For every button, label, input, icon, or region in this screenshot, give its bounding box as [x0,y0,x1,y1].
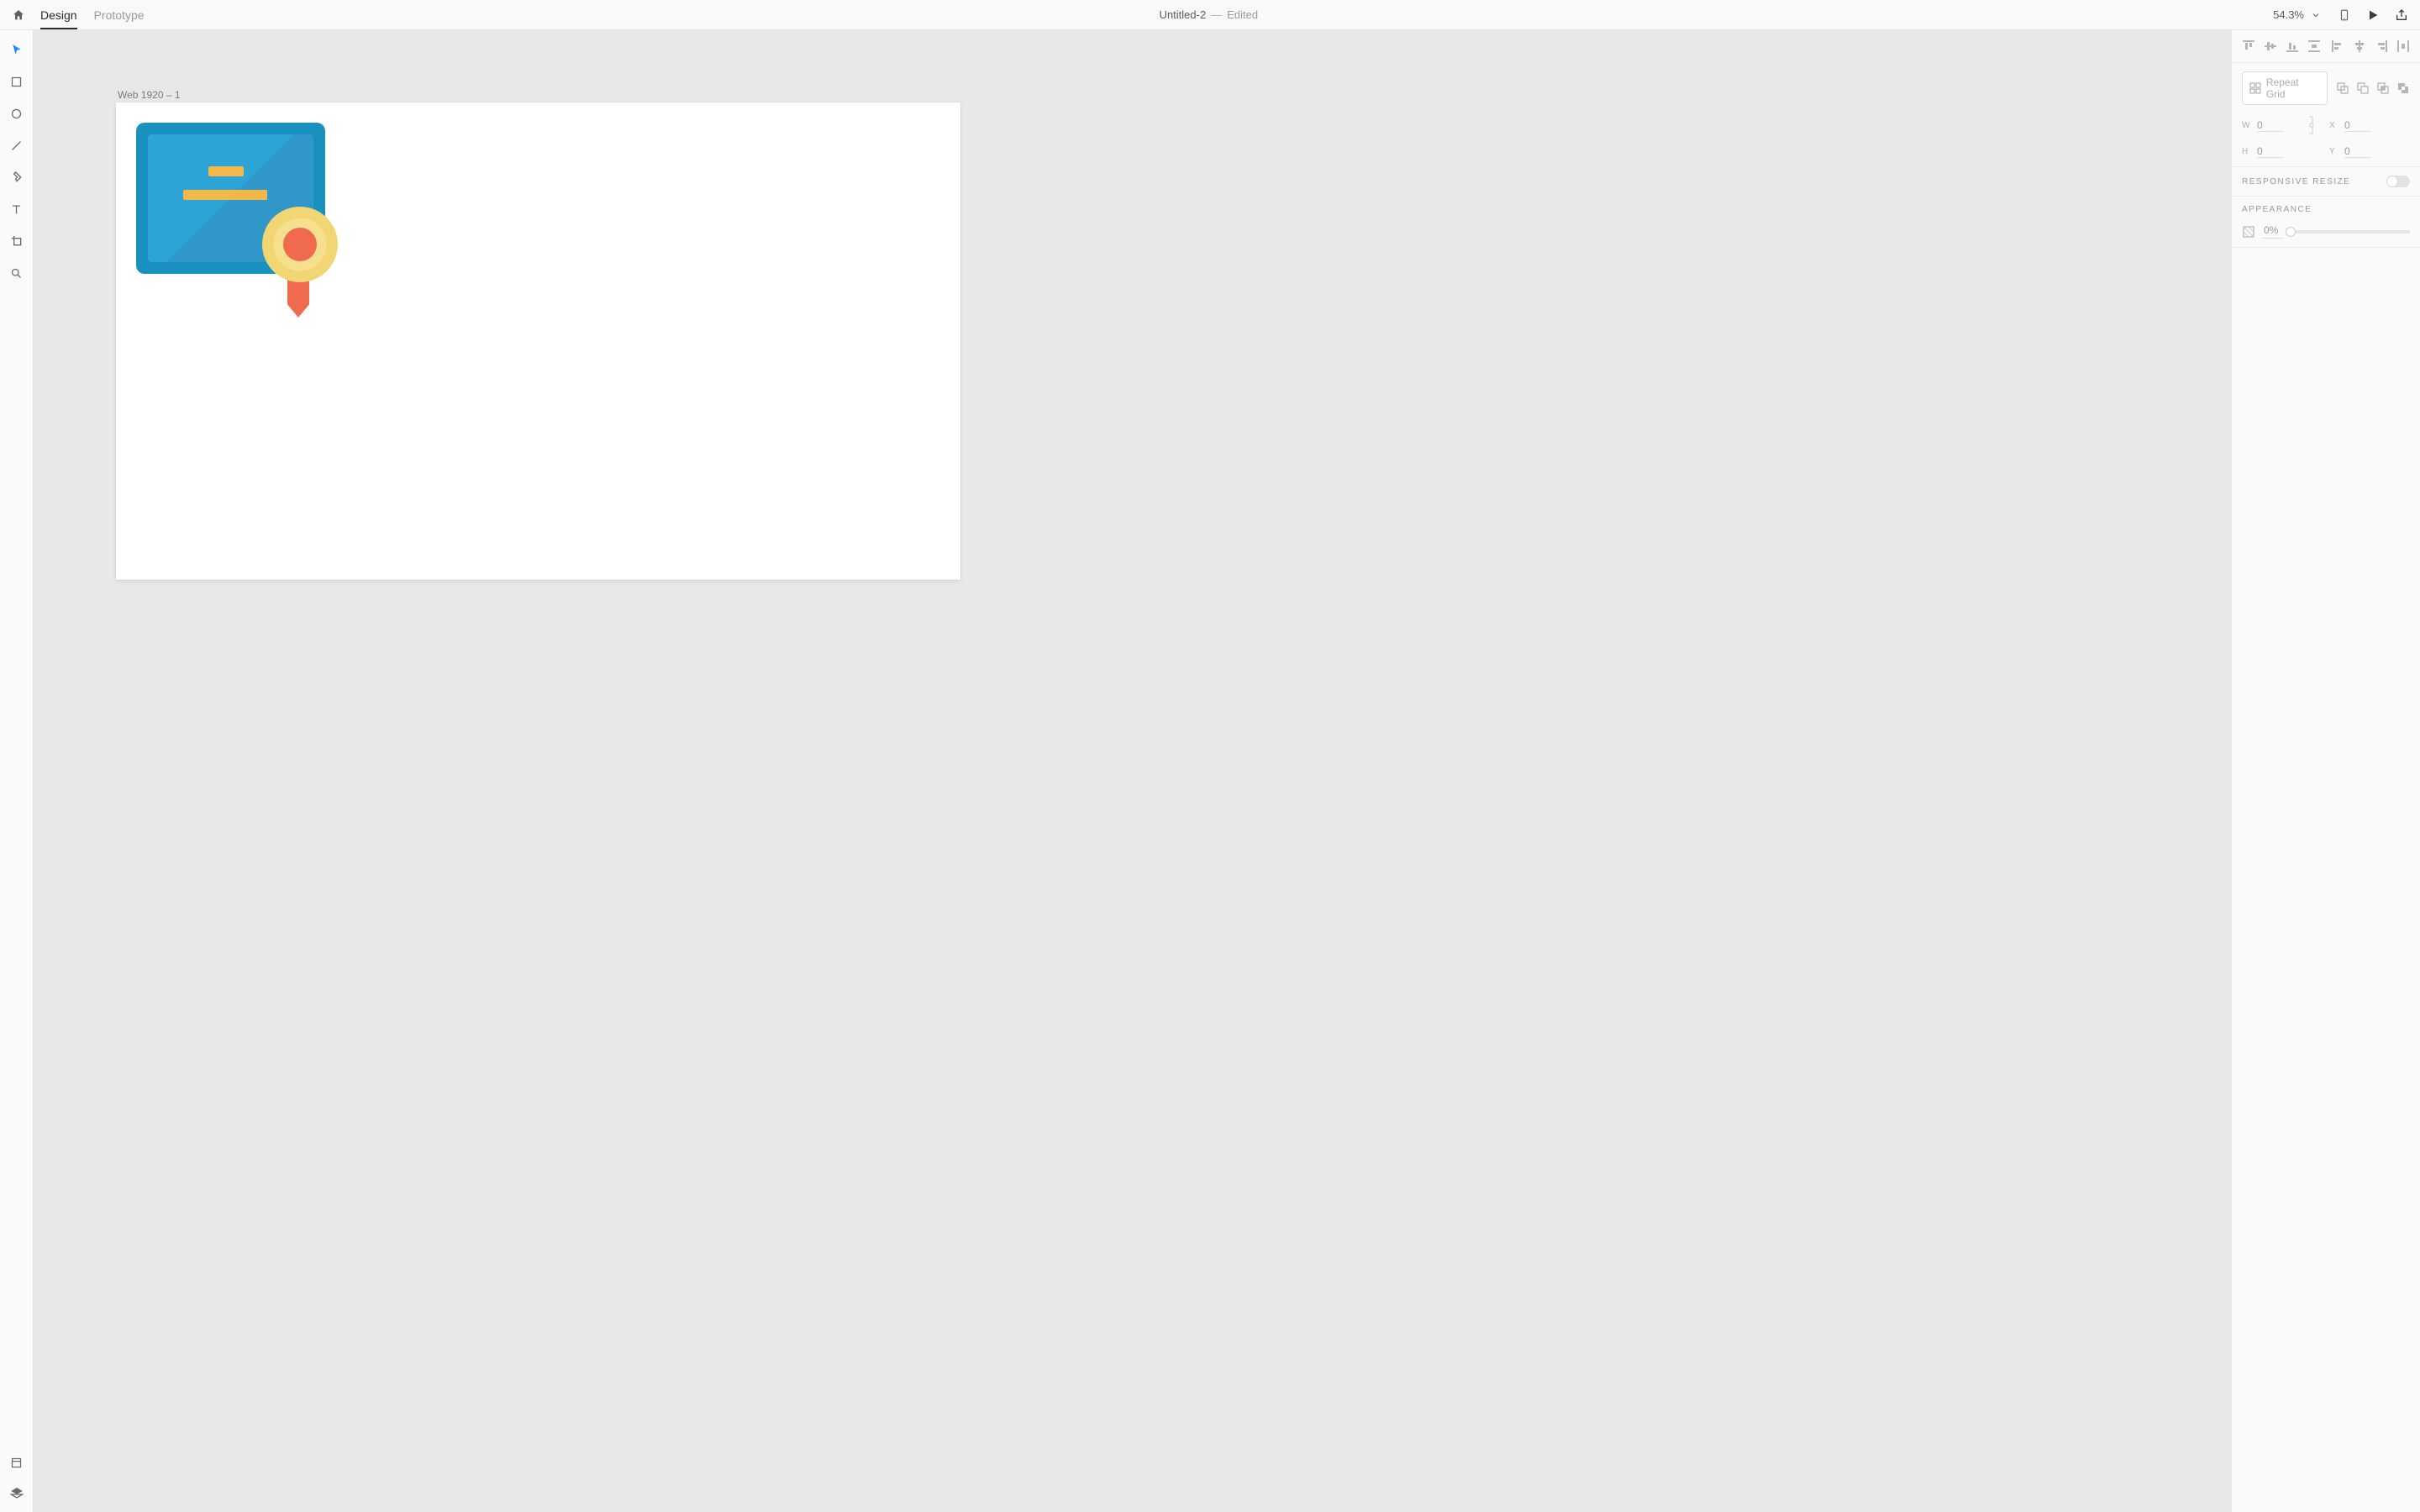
ellipse-tool-icon[interactable] [9,106,24,121]
slider-thumb-icon[interactable] [2286,228,2295,236]
tab-design[interactable]: Design [40,0,77,29]
appearance-section: APPEARANCE 0% [2232,197,2420,248]
opacity-icon [2242,225,2255,239]
document-title: Untitled-2 — Edited [158,8,2260,21]
title-separator: — [1211,8,1222,21]
y-input[interactable] [2344,145,2371,158]
align-hcenter-icon[interactable] [2353,39,2366,53]
height-input[interactable] [2257,145,2284,158]
chevron-down-icon[interactable] [2307,7,2324,24]
y-field[interactable]: y [2329,145,2381,158]
x-label: x [2329,121,2339,130]
x-field[interactable]: x [2329,119,2381,132]
zoom-value: 54.3% [2273,8,2304,21]
mode-tabs: Design Prototype [40,0,145,29]
responsive-section: RESPONSIVE RESIZE [2232,167,2420,197]
main-area: Web 1920 – 1 [0,30,2420,1512]
lock-aspect-icon[interactable] [2307,113,2316,137]
tab-prototype[interactable]: Prototype [94,0,145,29]
boolean-intersect-icon[interactable] [2376,81,2390,95]
certificate-text-line [208,166,244,176]
line-tool-icon[interactable] [9,138,24,153]
rectangle-tool-icon[interactable] [9,74,24,89]
height-field[interactable]: h [2242,145,2294,158]
boolean-subtract-icon[interactable] [2356,81,2370,95]
select-tool-icon[interactable] [9,42,24,57]
artboard-tool-icon[interactable] [9,234,24,249]
boolean-add-icon[interactable] [2336,81,2349,95]
artboard-label[interactable]: Web 1920 – 1 [118,89,181,101]
repeat-grid-button[interactable]: Repeat Grid [2242,71,2328,105]
distribute-v-icon[interactable] [2307,39,2321,53]
top-bar: Design Prototype Untitled-2 — Edited 54.… [0,0,2420,30]
doc-name: Untitled-2 [1160,8,1207,21]
repeat-grid-section: Repeat Grid w x [2232,63,2420,167]
doc-edited-label: Edited [1227,8,1258,21]
align-vcenter-icon[interactable] [2264,39,2277,53]
width-field[interactable]: w [2242,119,2294,132]
text-tool-icon[interactable] [9,202,24,217]
y-label: y [2329,147,2339,156]
repeat-grid-label: Repeat Grid [2266,76,2320,100]
pen-tool-icon[interactable] [9,170,24,185]
responsive-resize-label: RESPONSIVE RESIZE [2242,177,2350,186]
width-input[interactable] [2257,119,2284,132]
height-label: h [2242,147,2252,156]
align-section [2232,30,2420,63]
zoom-tool-icon[interactable] [9,265,24,281]
align-right-icon[interactable] [2375,39,2388,53]
play-icon[interactable] [2365,7,2381,24]
zoom-control[interactable]: 54.3% [2273,7,2324,24]
certificate-text-line [183,190,267,200]
opacity-slider[interactable] [2291,230,2410,234]
align-top-icon[interactable] [2242,39,2255,53]
share-icon[interactable] [2393,7,2410,24]
topbar-right: 54.3% [2273,7,2410,24]
left-toolbar [0,30,34,1512]
device-preview-icon[interactable] [2336,7,2353,24]
assets-panel-icon[interactable] [9,1455,24,1470]
opacity-value[interactable]: 0% [2262,224,2284,239]
x-input[interactable] [2344,119,2371,132]
certificate-graphic[interactable] [136,123,325,307]
width-label: w [2242,121,2252,130]
medal-inner-icon [283,228,317,261]
artboard[interactable] [116,102,960,580]
boolean-exclude-icon[interactable] [2396,81,2410,95]
canvas[interactable]: Web 1920 – 1 [34,30,2231,1512]
align-left-icon[interactable] [2331,39,2344,53]
appearance-label: APPEARANCE [2242,205,2312,214]
layers-panel-icon[interactable] [9,1485,24,1500]
home-icon[interactable] [10,7,27,24]
align-bottom-icon[interactable] [2286,39,2299,53]
distribute-h-icon[interactable] [2396,39,2410,53]
inspector-panel: Repeat Grid w x [2231,30,2420,1512]
responsive-resize-toggle[interactable] [2386,176,2410,187]
